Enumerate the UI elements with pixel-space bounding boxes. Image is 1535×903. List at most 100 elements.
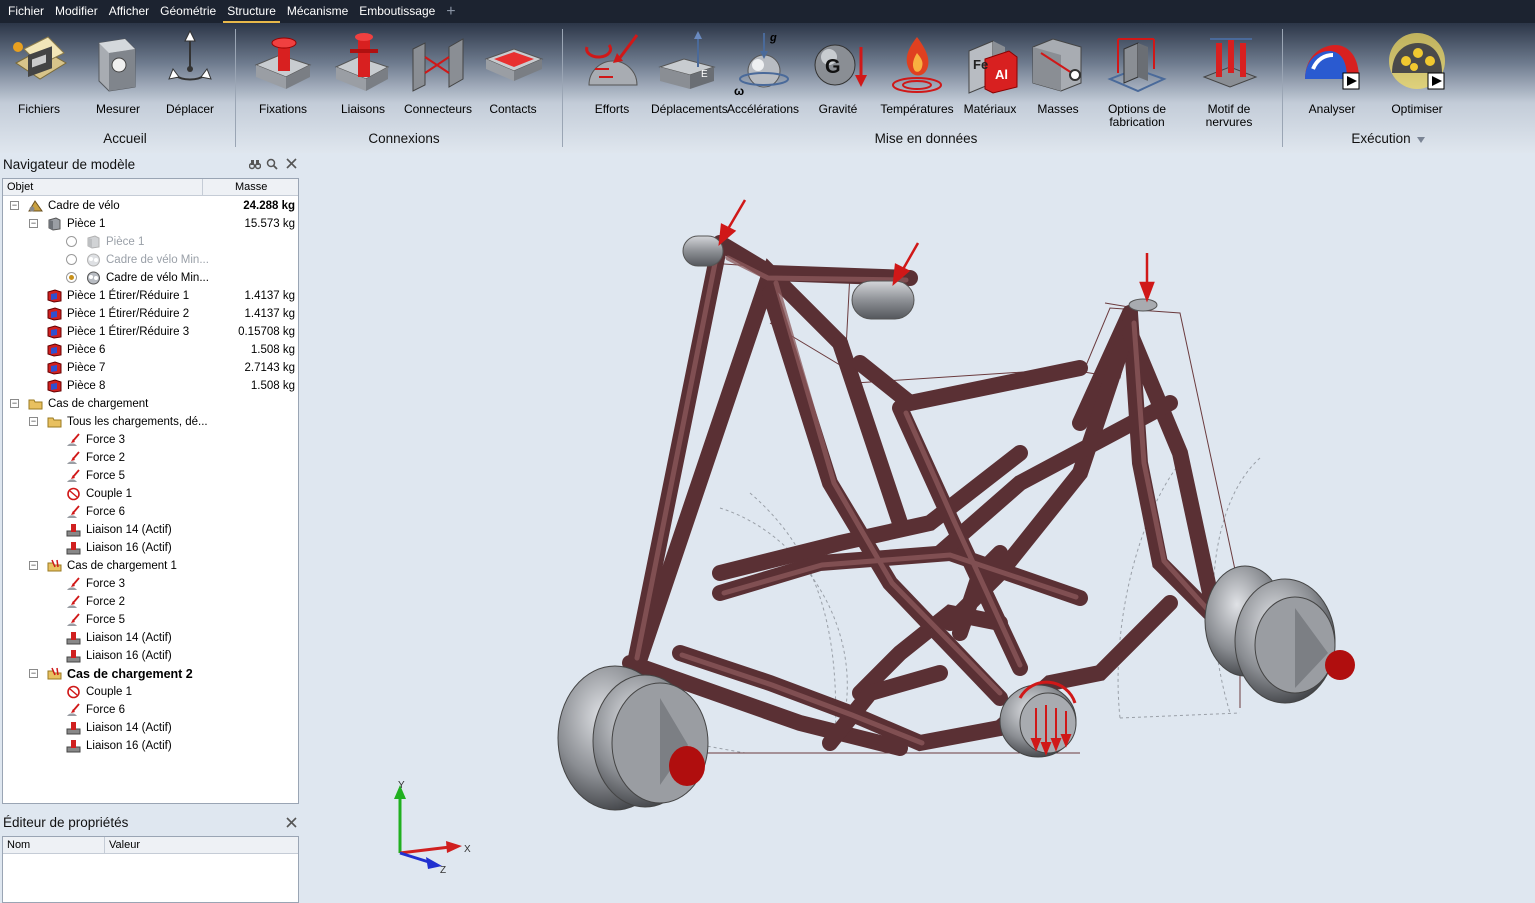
tree-row[interactable]: Liaison 16 (Actif) (3, 539, 298, 557)
menu-mecanisme[interactable]: Mécanisme (283, 0, 352, 23)
connecteurs-button[interactable]: Connecteurs (403, 29, 473, 129)
optimiser-button[interactable]: Optimiser (1380, 29, 1454, 129)
tree-row[interactable]: Pièce 1 Étirer/Réduire 3 0.15708 kg (3, 323, 298, 341)
tree-row-label: Force 5 (86, 470, 125, 482)
collapse-toggle-icon[interactable]: − (29, 219, 38, 228)
options-fabrication-button[interactable]: Options de fabrication (1100, 29, 1174, 129)
tree-row[interactable]: Force 5 (3, 467, 298, 485)
tree-row[interactable]: Liaison 14 (Actif) (3, 521, 298, 539)
tree-row[interactable]: Pièce 1 Étirer/Réduire 1 1.4137 kg (3, 287, 298, 305)
group-execution-dropdown-icon[interactable] (1416, 136, 1426, 144)
variant-radio[interactable] (66, 236, 77, 247)
motif-nervures-button[interactable]: Motif de nervures (1185, 29, 1273, 129)
fichiers-button[interactable]: Fichiers (3, 29, 75, 129)
loads-icon (585, 34, 639, 86)
menu-afficher[interactable]: Afficher (105, 0, 153, 23)
tree-row-label: Force 2 (86, 452, 125, 464)
contacts-button[interactable]: Contacts (478, 29, 548, 129)
column-header-valeur[interactable]: Valeur (105, 837, 298, 854)
svg-text:g: g (769, 32, 777, 44)
efforts-button[interactable]: Efforts (577, 29, 647, 129)
variant-radio[interactable] (66, 254, 77, 265)
tree-row[interactable]: Liaison 16 (Actif) (3, 737, 298, 755)
collapse-toggle-icon[interactable]: − (29, 669, 38, 678)
menu-structure[interactable]: Structure (223, 0, 280, 23)
accelerations-button[interactable]: g ω Accélérations (727, 29, 799, 129)
tree-row[interactable]: Pièce 8 1.508 kg (3, 377, 298, 395)
menu-emboutissage[interactable]: Emboutissage (355, 0, 439, 23)
tree-row-label: Couple 1 (86, 488, 133, 500)
mesurer-button[interactable]: Mesurer (82, 29, 154, 129)
tree-row[interactable]: Pièce 1 Étirer/Réduire 2 1.4137 kg (3, 305, 298, 323)
variant-radio[interactable] (66, 272, 77, 283)
add-tab-icon[interactable]: + (442, 1, 459, 23)
load-case-icon (47, 559, 62, 573)
tree-row-mass: 1.508 kg (250, 380, 295, 392)
tree-row[interactable]: Liaison 14 (Actif) (3, 719, 298, 737)
tree-row[interactable]: Liaison 14 (Actif) (3, 629, 298, 647)
bike-frame-icon (28, 199, 43, 213)
tree-row[interactable]: − Cas de chargement 1 (3, 557, 298, 575)
force-icon (66, 577, 81, 591)
axis-x-label: X (464, 844, 471, 855)
deplacements-button[interactable]: E Déplacements (651, 29, 728, 129)
tree-row[interactable]: − Cas de chargement 2 (3, 665, 298, 683)
collapse-toggle-icon[interactable]: − (10, 201, 19, 210)
menu-modifier[interactable]: Modifier (51, 0, 102, 23)
materiaux-button[interactable]: Fe Al Matériaux (956, 29, 1024, 129)
tree-row[interactable]: Couple 1 (3, 485, 298, 503)
tree-row[interactable]: Force 5 (3, 611, 298, 629)
tree-row[interactable]: − Cadre de vélo 24.288 kg (3, 197, 298, 215)
temperatures-button[interactable]: Températures (880, 29, 954, 129)
tree-row[interactable]: Force 6 (3, 503, 298, 521)
right-wheel-hub (1204, 565, 1355, 704)
collapse-toggle-icon[interactable]: − (29, 417, 38, 426)
3d-viewport[interactable]: Y X Z (300, 153, 1535, 903)
tree-row[interactable]: Force 2 (3, 449, 298, 467)
files-icon (13, 36, 67, 80)
collapse-toggle-icon[interactable]: − (29, 561, 38, 570)
tree-row[interactable]: Cadre de vélo Min... (3, 269, 298, 287)
tree-row[interactable]: Pièce 6 1.508 kg (3, 341, 298, 359)
liaisons-button[interactable]: Liaisons (328, 29, 398, 129)
force-icon (66, 469, 81, 483)
column-header-masse[interactable]: Masse (203, 179, 298, 196)
masses-button[interactable]: Masses (1024, 29, 1092, 129)
tree-row[interactable]: Pièce 7 2.7143 kg (3, 359, 298, 377)
gravite-button[interactable]: G Gravité (803, 29, 873, 129)
tree-row[interactable]: Cadre de vélo Min... (3, 251, 298, 269)
close-icon[interactable] (286, 158, 297, 169)
menu-fichier[interactable]: Fichier (4, 0, 48, 23)
group-connexions-label: Connexions (368, 131, 440, 146)
binoculars-icon[interactable] (249, 158, 261, 170)
tree-row[interactable]: − Tous les chargements, dé... (3, 413, 298, 431)
tree-row[interactable]: − Pièce 1 15.573 kg (3, 215, 298, 233)
analyser-button[interactable]: Analyser (1296, 29, 1368, 129)
menu-geometrie[interactable]: Géométrie (156, 0, 220, 23)
tree-row[interactable]: Force 2 (3, 593, 298, 611)
search-icon[interactable] (266, 158, 278, 170)
tree-row[interactable]: Force 6 (3, 701, 298, 719)
svg-text:G: G (825, 56, 841, 78)
force-icon (66, 703, 81, 717)
tree-row[interactable]: Couple 1 (3, 683, 298, 701)
tree-row-mass: 1.4137 kg (244, 308, 295, 320)
tree-row[interactable]: − Cas de chargement (3, 395, 298, 413)
seat-post-top (1128, 298, 1158, 312)
tree-row[interactable]: Force 3 (3, 431, 298, 449)
collapse-toggle-icon[interactable]: − (10, 399, 19, 408)
tree-row[interactable]: Liaison 16 (Actif) (3, 647, 298, 665)
head-tube-cylinder (851, 280, 915, 320)
tree-row[interactable]: Force 3 (3, 575, 298, 593)
fixations-button[interactable]: Fixations (248, 29, 318, 129)
deplacer-button[interactable]: Déplacer (155, 29, 225, 129)
tree-row[interactable]: Pièce 1 (3, 233, 298, 251)
column-header-nom[interactable]: Nom (3, 837, 105, 854)
column-header-objet[interactable]: Objet (3, 179, 203, 196)
tree-row-label: Pièce 8 (67, 380, 106, 392)
close-icon[interactable] (286, 817, 297, 828)
connectors-icon (412, 38, 464, 92)
support-icon (66, 721, 81, 735)
mesh-part-icon (86, 253, 101, 267)
tree-row-label: Liaison 16 (Actif) (86, 542, 172, 554)
